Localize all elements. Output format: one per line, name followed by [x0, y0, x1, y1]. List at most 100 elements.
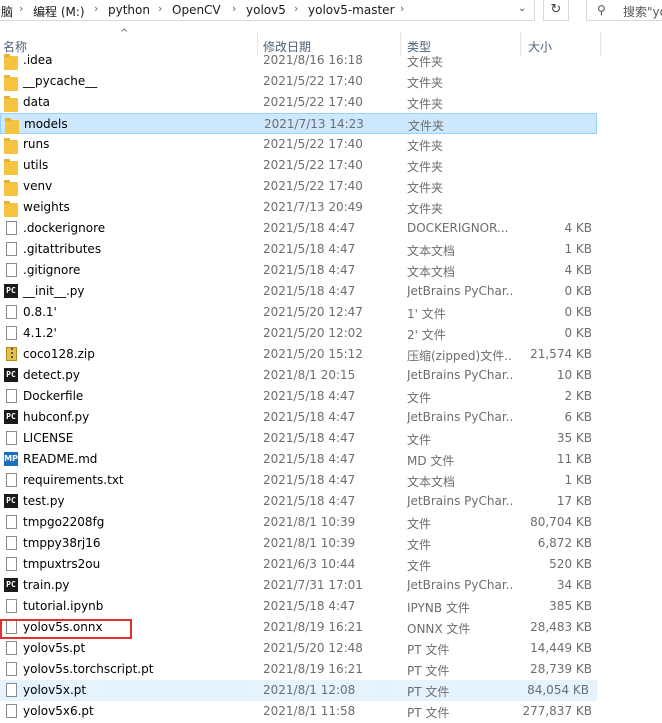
file-row[interactable]: MP README.md 2021/5/18 4:47 MD 文件 11 KB: [0, 449, 600, 470]
file-name: hubconf.py: [23, 410, 90, 424]
file-date: 2021/7/31 17:01: [263, 578, 363, 592]
file-date: 2021/8/1 10:39: [263, 536, 356, 550]
file-type: 文件夹: [407, 55, 444, 69]
file-row[interactable]: yolov5s.pt 2021/5/20 12:48 PT 文件 14,449 KB: [0, 638, 600, 659]
file-name: .gitignore: [23, 263, 81, 277]
sort-ascending-icon: ^: [120, 28, 129, 39]
file-row[interactable]: 0.8.1' 2021/5/20 12:47 1' 文件 0 KB: [0, 302, 600, 323]
breadcrumb-item[interactable]: OpenCV: [172, 3, 221, 17]
breadcrumb-item[interactable]: yolov5-master: [308, 3, 395, 17]
file-icon: [6, 557, 17, 571]
pycharm-icon: PC: [4, 410, 18, 424]
file-type: 文件夹: [407, 181, 444, 195]
file-type: 文件: [407, 391, 432, 405]
file-row[interactable]: __pycache__ 2021/5/22 17:40 文件夹: [0, 71, 600, 92]
file-row[interactable]: yolov5s.torchscript.pt 2021/8/19 16:21 PT …: [0, 659, 600, 680]
file-row[interactable]: .idea 2021/8/16 16:18 文件夹: [0, 50, 600, 71]
file-row[interactable]: PC detect.py 2021/8/1 20:15 JetBrains PyCha…: [0, 365, 600, 386]
search-input[interactable]: ⚲ 搜索"yolov5: [586, 0, 662, 21]
file-row[interactable]: utils 2021/5/22 17:40 文件夹: [0, 155, 600, 176]
breadcrumb-item[interactable]: 脑: [1, 3, 13, 20]
breadcrumb[interactable]: 脑 › 编程 (M:) › python › OpenCV › yolov5 ›…: [0, 0, 535, 21]
file-size: 84,054 KB: [527, 683, 589, 697]
file-row[interactable]: .gitattributes 2021/5/18 4:47 文本文档 1 KB: [0, 239, 600, 260]
file-type: 文件夹: [407, 139, 444, 153]
file-name: utils: [23, 158, 49, 172]
breadcrumb-item[interactable]: yolov5: [246, 3, 286, 17]
zip-icon: [6, 347, 17, 361]
file-type: 文件夹: [407, 202, 444, 216]
file-size: 34 KB: [556, 578, 592, 592]
file-icon: [6, 662, 17, 676]
file-name: README.md: [23, 452, 98, 466]
chevron-right-icon[interactable]: ›: [232, 2, 236, 15]
file-date: 2021/5/18 4:47: [263, 389, 356, 403]
file-size: 385 KB: [549, 599, 592, 613]
file-row[interactable]: PC train.py 2021/7/31 17:01 JetBrains PyCha…: [0, 575, 600, 596]
chevron-right-icon[interactable]: ›: [400, 2, 404, 15]
file-date: 2021/5/18 4:47: [263, 263, 356, 277]
file-row[interactable]: .dockerignore 2021/5/18 4:47 DOCKERIGNOR..…: [0, 218, 600, 239]
file-size: 11 KB: [556, 452, 592, 466]
file-row[interactable]: PC test.py 2021/5/18 4:47 JetBrains PyChar.…: [0, 491, 600, 512]
file-name: tmpuxtrs2ou: [23, 557, 101, 571]
file-name: .idea: [23, 53, 53, 67]
pycharm-icon: PC: [4, 284, 18, 298]
chevron-right-icon[interactable]: ›: [294, 2, 298, 15]
file-row[interactable]: yolov5x.pt 2021/8/1 12:08 PT 文件 84,054 KB: [0, 680, 597, 701]
file-date: 2021/5/18 4:47: [263, 494, 356, 508]
file-date: 2021/8/19 16:21: [263, 620, 363, 634]
file-row[interactable]: tmppy38rj16 2021/8/1 10:39 文件 6,872 KB: [0, 533, 600, 554]
file-type: 文件夹: [407, 160, 444, 174]
file-row[interactable]: LICENSE 2021/5/18 4:47 文件 35 KB: [0, 428, 600, 449]
file-row[interactable]: tutorial.ipynb 2021/5/18 4:47 IPYNB 文件 385 …: [0, 596, 600, 617]
column-divider[interactable]: [600, 32, 601, 56]
file-row[interactable]: tmpuxtrs2ou 2021/6/3 10:44 文件 520 KB: [0, 554, 600, 575]
file-row[interactable]: weights 2021/7/13 20:49 文件夹: [0, 197, 600, 218]
file-icon: [6, 536, 17, 550]
chevron-right-icon[interactable]: ›: [158, 2, 162, 15]
pycharm-icon: PC: [4, 494, 18, 508]
file-size: 520 KB: [549, 557, 592, 571]
file-row[interactable]: yolov5x6.pt 2021/8/1 11:58 PT 文件 277,837 KB: [0, 701, 600, 722]
file-row[interactable]: models 2021/7/13 14:23 文件夹: [0, 113, 597, 134]
file-date: 2021/8/19 16:21: [263, 662, 363, 676]
breadcrumb-item[interactable]: python: [108, 3, 150, 17]
file-row[interactable]: PC hubconf.py 2021/5/18 4:47 JetBrains PyCh…: [0, 407, 600, 428]
file-size: 80,704 KB: [530, 515, 592, 529]
file-type: JetBrains PyChar...: [407, 578, 513, 592]
file-name: models: [24, 117, 68, 131]
chevron-right-icon[interactable]: ›: [19, 2, 23, 15]
file-size: 4 KB: [564, 263, 592, 277]
file-row[interactable]: .gitignore 2021/5/18 4:47 文本文档 4 KB: [0, 260, 600, 281]
file-date: 2021/5/18 4:47: [263, 410, 356, 424]
file-row[interactable]: 4.1.2' 2021/5/20 12:02 2' 文件 0 KB: [0, 323, 600, 344]
file-row[interactable]: coco128.zip 2021/5/20 15:12 压缩(zipped)文件..…: [0, 344, 600, 365]
file-row[interactable]: tmpgo2208fg 2021/8/1 10:39 文件 80,704 KB: [0, 512, 600, 533]
file-date: 2021/5/20 12:02: [263, 326, 363, 340]
file-name: tutorial.ipynb: [23, 599, 104, 613]
file-name: data: [23, 95, 51, 109]
file-row[interactable]: Dockerfile 2021/5/18 4:47 文件 2 KB: [0, 386, 600, 407]
file-name: test.py: [23, 494, 65, 508]
file-row[interactable]: venv 2021/5/22 17:40 文件夹: [0, 176, 600, 197]
file-row[interactable]: requirements.txt 2021/5/18 4:47 文本文档 1 KB: [0, 470, 600, 491]
file-icon: [6, 242, 17, 256]
file-type: JetBrains PyChar...: [407, 368, 513, 382]
file-row[interactable]: data 2021/5/22 17:40 文件夹: [0, 92, 600, 113]
chevron-right-icon[interactable]: ›: [94, 2, 98, 15]
file-name: requirements.txt: [23, 473, 124, 487]
file-name: yolov5x6.pt: [23, 704, 94, 718]
file-row[interactable]: PC __init__.py 2021/5/18 4:47 JetBrains PyC…: [0, 281, 600, 302]
file-date: 2021/5/18 4:47: [263, 284, 356, 298]
file-size: 35 KB: [556, 431, 592, 445]
file-name: yolov5s.pt: [23, 641, 86, 655]
file-date: 2021/8/1 11:58: [263, 704, 356, 718]
refresh-button[interactable]: ↻: [543, 0, 569, 21]
chevron-down-icon[interactable]: ⌄: [518, 3, 526, 14]
file-name: LICENSE: [23, 431, 74, 445]
file-name: detect.py: [23, 368, 80, 382]
breadcrumb-item[interactable]: 编程 (M:): [33, 3, 85, 20]
file-row[interactable]: runs 2021/5/22 17:40 文件夹: [0, 134, 600, 155]
folder-icon: [4, 201, 18, 217]
